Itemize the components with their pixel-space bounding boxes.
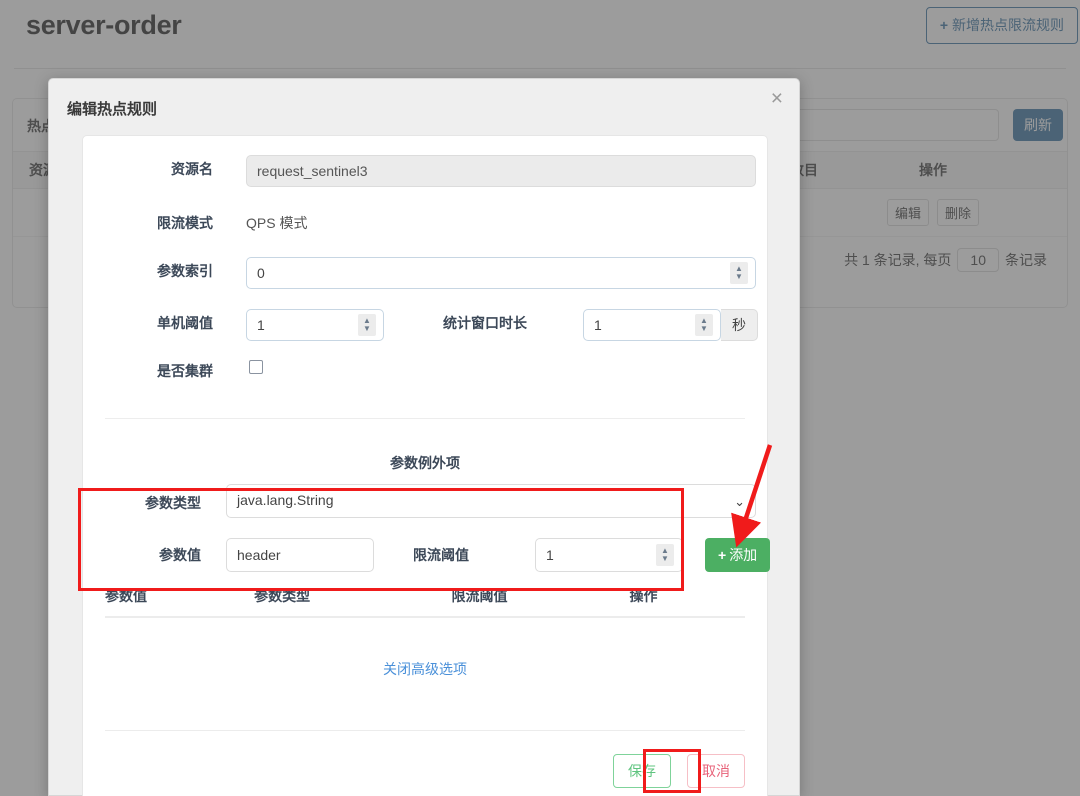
ex-col-threshold: 限流阈值 xyxy=(451,588,508,604)
param-index-input[interactable]: 0 xyxy=(246,257,756,289)
add-exception-button[interactable]: + 添加 xyxy=(705,538,771,572)
field-param-type: 参数类型 java.lang.String ⌄ xyxy=(83,484,767,524)
chevron-down-icon: ▼ xyxy=(661,554,669,563)
window-length-stepper[interactable]: ▲ ▼ xyxy=(695,314,713,336)
param-index-label: 参数索引 xyxy=(157,263,213,279)
param-type-select-value: java.lang.String xyxy=(237,492,334,508)
chevron-down-icon: ⌄ xyxy=(734,494,745,509)
param-value-input[interactable]: header xyxy=(226,538,374,572)
is-cluster-label: 是否集群 xyxy=(157,363,213,379)
resource-label: 资源名 xyxy=(171,161,213,177)
param-index-stepper[interactable]: ▲ ▼ xyxy=(730,262,748,284)
ex-col-actions: 操作 xyxy=(629,588,658,604)
field-resource: 资源名 request_sentinel3 xyxy=(83,142,767,196)
dialog-header: 编辑热点规则 × xyxy=(49,79,799,135)
param-type-label: 参数类型 xyxy=(145,495,201,511)
param-value-label: 参数值 xyxy=(159,547,201,563)
edit-hotspot-rule-dialog: 编辑热点规则 × 资源名 request_sentinel3 限流模式 QPS … xyxy=(48,78,800,796)
window-length-label: 统计窗口时长 xyxy=(443,315,527,331)
dialog-title: 编辑热点规则 xyxy=(67,101,158,118)
field-param-value-row: 参数值 header 限流阈值 1 ▲ ▼ + 添加 xyxy=(83,536,771,576)
ex-col-param-type: 参数类型 xyxy=(254,588,311,604)
chevron-down-icon: ▼ xyxy=(735,272,743,281)
flow-mode-value: QPS 模式 xyxy=(246,215,308,231)
plus-icon: + xyxy=(718,547,727,563)
single-threshold-label: 单机阈值 xyxy=(157,315,213,331)
add-exception-label: 添加 xyxy=(729,547,758,563)
chevron-down-icon: ▼ xyxy=(363,324,371,333)
resource-name-input: request_sentinel3 xyxy=(246,155,756,187)
field-threshold-window-row: 单机阈值 1 ▲ ▼ 统计窗口时长 1 ▲ ▼ 秒 xyxy=(83,296,767,350)
section-divider-1 xyxy=(105,418,745,419)
field-is-cluster: 是否集群 xyxy=(83,344,767,398)
chevron-down-icon: ▼ xyxy=(700,324,708,333)
ex-col-param-value: 参数值 xyxy=(105,588,147,604)
flow-mode-label: 限流模式 xyxy=(157,215,213,231)
field-param-index: 参数索引 0 ▲ ▼ xyxy=(83,244,767,298)
window-unit-label: 秒 xyxy=(721,309,758,341)
dialog-body: 资源名 request_sentinel3 限流模式 QPS 模式 参数索引 0… xyxy=(82,135,771,796)
cancel-button[interactable]: 取消 xyxy=(687,754,745,788)
param-type-select[interactable]: java.lang.String ⌄ xyxy=(226,484,756,518)
exception-table-header: 参数值 参数类型 限流阈值 操作 xyxy=(105,586,745,618)
footer-divider xyxy=(105,730,745,731)
close-icon[interactable]: × xyxy=(771,88,783,109)
exception-section-title: 参数例外项 xyxy=(390,455,460,471)
single-threshold-stepper[interactable]: ▲ ▼ xyxy=(358,314,376,336)
field-flow-mode: 限流模式 QPS 模式 xyxy=(83,196,767,250)
save-button[interactable]: 保存 xyxy=(613,754,671,788)
is-cluster-checkbox[interactable] xyxy=(249,360,263,374)
toggle-advanced-options-link[interactable]: 关闭高级选项 xyxy=(83,659,767,679)
exception-threshold-label: 限流阈值 xyxy=(413,547,469,563)
exception-threshold-stepper[interactable]: ▲ ▼ xyxy=(656,544,674,566)
